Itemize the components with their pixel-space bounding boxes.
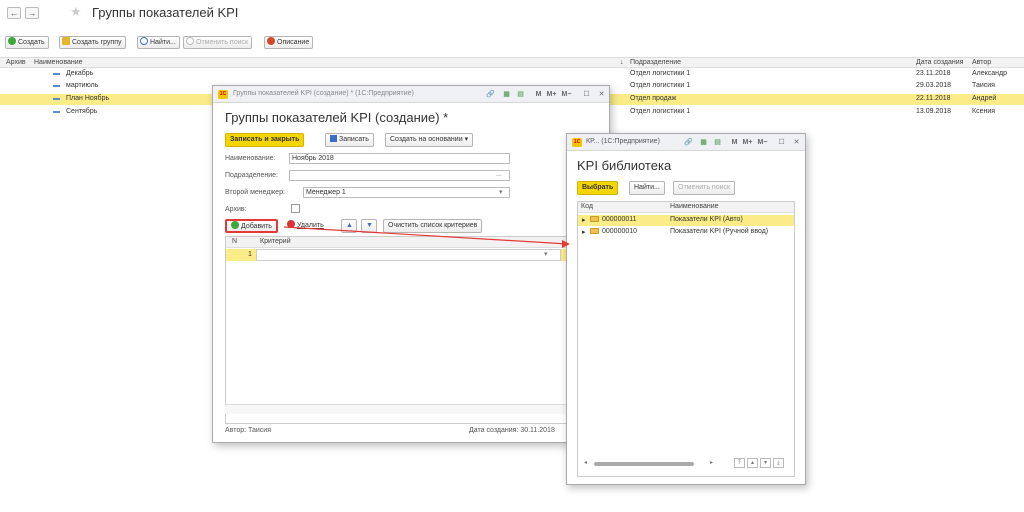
annotation-arrow-line (283, 226, 569, 245)
annotation-arrow-head (562, 240, 570, 248)
annotation-arrow (283, 226, 570, 248)
